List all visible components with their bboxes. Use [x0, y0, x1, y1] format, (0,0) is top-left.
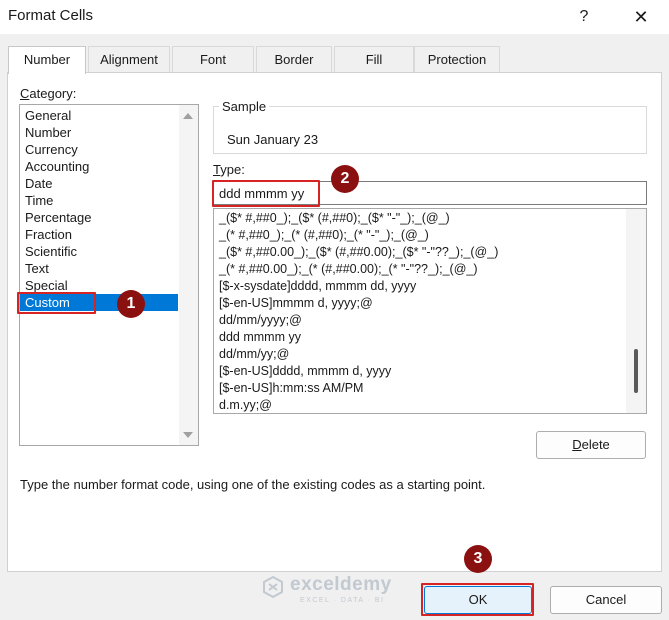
format-item[interactable]: [$-en-US]mmmm d, yyyy;@ — [219, 295, 373, 312]
callout-badge-1: 1 — [117, 290, 145, 318]
tab-alignment[interactable]: Alignment — [88, 46, 170, 72]
tab-border[interactable]: Border — [256, 46, 332, 72]
callout-highlight-custom — [17, 292, 96, 314]
watermark-brand: exceldemy — [290, 574, 392, 595]
callout-highlight-type — [212, 180, 320, 207]
scroll-down-icon[interactable] — [183, 432, 193, 438]
delete-button[interactable]: Delete — [536, 431, 646, 459]
scrollbar-thumb[interactable] — [634, 349, 638, 393]
format-item[interactable]: ddd mmmm yy — [219, 329, 301, 346]
tab-font[interactable]: Font — [172, 46, 254, 72]
callout-highlight-ok — [421, 583, 534, 616]
category-list[interactable]: General Number Currency Accounting Date … — [19, 104, 199, 446]
format-item[interactable]: _($* #,##0_);_($* (#,##0);_($* "-"_);_(@… — [219, 210, 450, 227]
hint-text: Type the number format code, using one o… — [20, 477, 486, 492]
category-item-date[interactable]: Date — [20, 175, 178, 192]
category-scrollbar[interactable] — [179, 105, 198, 445]
format-item[interactable]: dd/mm/yyyy;@ — [219, 312, 302, 329]
sample-legend: Sample — [219, 99, 270, 114]
format-list-scrollbar[interactable] — [626, 209, 646, 413]
format-item[interactable]: _(* #,##0_);_(* (#,##0);_(* "-"_);_(@_) — [219, 227, 429, 244]
callout-badge-2: 2 — [331, 165, 359, 193]
dialog-title: Format Cells — [8, 7, 94, 24]
cancel-button[interactable]: Cancel — [550, 586, 662, 614]
callout-badge-3: 3 — [464, 545, 492, 573]
close-button[interactable]: ✕ — [622, 4, 660, 30]
category-label: Category: — [20, 86, 77, 101]
format-code-list[interactable]: _($* #,##0_);_($* (#,##0);_($* "-"_);_(@… — [213, 208, 647, 414]
format-item[interactable]: [$-en-US]h:mm:ss AM/PM — [219, 380, 363, 397]
format-item[interactable]: _(* #,##0.00_);_(* (#,##0.00);_(* "-"??_… — [219, 261, 478, 278]
category-item-currency[interactable]: Currency — [20, 141, 178, 158]
tab-number[interactable]: Number — [8, 46, 86, 74]
format-item[interactable]: d.m.yy;@ — [219, 397, 272, 413]
category-item-time[interactable]: Time — [20, 192, 178, 209]
category-item-text[interactable]: Text — [20, 260, 178, 277]
format-item[interactable]: [$-en-US]dddd, mmmm d, yyyy — [219, 363, 391, 380]
watermark-tagline: EXCEL · DATA · BI — [300, 597, 385, 604]
category-item-percentage[interactable]: Percentage — [20, 209, 178, 226]
format-item[interactable]: dd/mm/yy;@ — [219, 346, 289, 363]
help-button[interactable]: ? — [568, 4, 600, 30]
format-item[interactable]: _($* #,##0.00_);_($* (#,##0.00);_($* "-"… — [219, 244, 498, 261]
type-label: Type: — [213, 162, 245, 177]
category-item-number[interactable]: Number — [20, 124, 178, 141]
exceldemy-logo-icon — [262, 575, 284, 599]
category-item-accounting[interactable]: Accounting — [20, 158, 178, 175]
tab-fill[interactable]: Fill — [334, 46, 414, 72]
category-item-general[interactable]: General — [20, 107, 178, 124]
scroll-up-icon[interactable] — [183, 113, 193, 119]
format-item[interactable]: [$-x-sysdate]dddd, mmmm dd, yyyy — [219, 278, 416, 295]
category-item-fraction[interactable]: Fraction — [20, 226, 178, 243]
category-item-scientific[interactable]: Scientific — [20, 243, 178, 260]
sample-value: Sun January 23 — [227, 132, 319, 147]
tab-protection[interactable]: Protection — [414, 46, 500, 72]
